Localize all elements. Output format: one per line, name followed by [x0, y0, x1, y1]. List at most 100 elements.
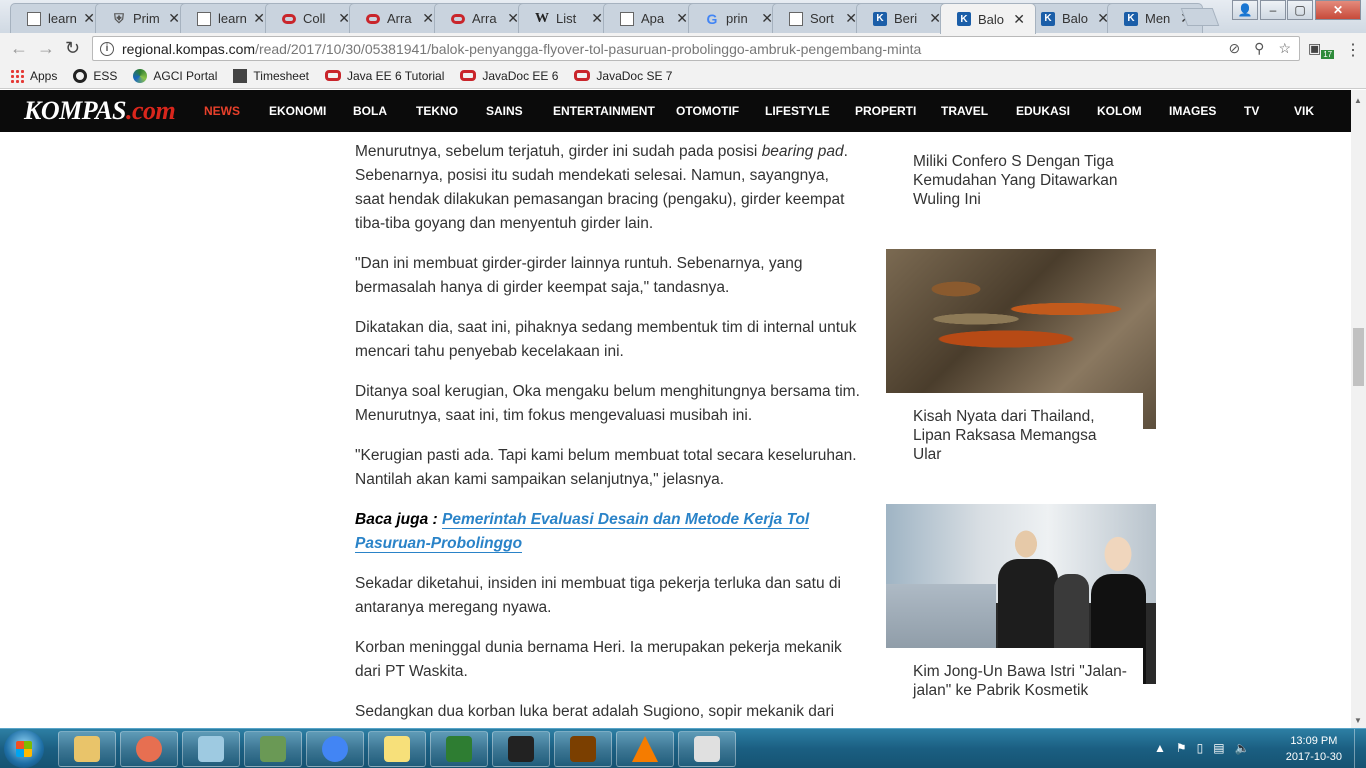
taskbar-app-4[interactable] — [306, 731, 364, 767]
sticky-notes-icon — [384, 736, 410, 762]
sidebar-card-title[interactable]: Kisah Nyata dari Thailand, Lipan Raksasa… — [913, 408, 1097, 463]
tab-4[interactable]: Arra ✕ — [349, 3, 445, 33]
minimize-button[interactable]: – — [1260, 0, 1286, 20]
clock[interactable]: 13:09 PM 2017-10-30 — [1286, 733, 1342, 765]
taskbar-app-7[interactable] — [492, 731, 550, 767]
sidebar-card-title[interactable]: Miliki Confero S Dengan Tiga Kemudahan Y… — [913, 153, 1118, 208]
close-tab-icon[interactable]: ✕ — [253, 10, 265, 27]
tray-expand-icon[interactable]: ▲ — [1154, 741, 1166, 755]
doc-icon — [197, 11, 211, 26]
scroll-down-icon[interactable]: ▼ — [1354, 716, 1362, 725]
bookmark-1[interactable]: ESS — [73, 68, 117, 83]
bookmark-5[interactable]: JavaDoc EE 6 — [460, 69, 558, 83]
nav-item-news[interactable]: NEWS — [204, 104, 240, 118]
page-scrollbar[interactable]: ▲ ▼ — [1351, 90, 1366, 728]
tab-8[interactable]: Gprin ✕ — [688, 3, 784, 33]
nav-item-bola[interactable]: BOLA — [353, 104, 387, 118]
user-icon[interactable]: 👤 — [1232, 0, 1258, 20]
taskbar-app-8[interactable] — [554, 731, 612, 767]
close-window-button[interactable]: ✕ — [1315, 0, 1361, 20]
nav-item-sains[interactable]: SAINS — [486, 104, 523, 118]
tab-7[interactable]: Apa ✕ — [603, 3, 699, 33]
bookmark-3[interactable]: Timesheet — [233, 68, 309, 83]
scrollbar-thumb[interactable] — [1353, 328, 1364, 386]
tab-1[interactable]: ⛨ Prim ✕ — [95, 3, 191, 33]
article-body: Menurutnya, sebelum terjatuh, girder ini… — [355, 140, 860, 740]
tab-11[interactable]: K Balo ✕ — [940, 3, 1036, 34]
tab-6[interactable]: W List ✕ — [518, 3, 614, 33]
show-desktop-button[interactable] — [1354, 729, 1366, 768]
tab-5[interactable]: Arra ✕ — [434, 3, 530, 33]
article-paragraph: Korban meninggal dunia bernama Heri. Ia … — [355, 639, 842, 680]
bookmark-0[interactable]: Apps — [10, 68, 57, 83]
article-paragraph: Dikatakan dia, saat ini, pihaknya sedang… — [355, 319, 857, 360]
zoom-icon[interactable]: ⚲ — [1254, 40, 1264, 57]
sidebar-card-3[interactable]: Kim Jong-Un Bawa Istri "Jalan-jalan" ke … — [886, 648, 1143, 728]
taskbar-app-2[interactable] — [182, 731, 240, 767]
nav-item-entertainment[interactable]: ENTERTAINMENT — [553, 104, 655, 118]
info-icon[interactable]: i — [100, 41, 114, 56]
scroll-up-icon[interactable]: ▲ — [1354, 96, 1362, 105]
tab-title: learn — [48, 11, 77, 26]
nav-item-tv[interactable]: TV — [1244, 104, 1259, 118]
bookmark-4[interactable]: Java EE 6 Tutorial — [324, 69, 444, 83]
cookie-blocked-icon[interactable]: ⊘ — [1228, 40, 1240, 57]
taskbar-app-9[interactable] — [616, 731, 674, 767]
menu-icon[interactable]: ⋮ — [1345, 40, 1361, 60]
tray-volume-icon[interactable]: 🔈 — [1235, 741, 1250, 755]
tab-2[interactable]: learn ✕ — [180, 3, 276, 33]
bookmark-6[interactable]: JavaDoc SE 7 — [574, 69, 672, 83]
close-tab-icon[interactable]: ✕ — [168, 10, 180, 27]
tray-device-icon[interactable]: ▯ — [1197, 741, 1204, 755]
taskbar-app-3[interactable] — [244, 731, 302, 767]
forward-icon[interactable]: → — [37, 38, 55, 59]
kompas-logo[interactable]: KOMPAS.com — [24, 96, 176, 126]
close-tab-icon[interactable]: ✕ — [422, 10, 434, 27]
browser-toolbar: ← → ↻ i regional.kompas.com/read/2017/10… — [0, 33, 1366, 63]
sidebar-card-1[interactable]: Miliki Confero S Dengan Tiga Kemudahan Y… — [886, 138, 1143, 218]
bookmark-2[interactable]: AGCI Portal — [133, 68, 217, 83]
tab-0[interactable]: learn ✕ — [10, 3, 106, 33]
reload-icon[interactable]: ↻ — [65, 38, 80, 59]
oracle-icon — [451, 13, 465, 24]
nav-item-vik[interactable]: VIK — [1294, 104, 1314, 118]
new-tab-button[interactable] — [1180, 8, 1220, 26]
back-icon[interactable]: ← — [10, 38, 28, 59]
extension-icon[interactable]: ▣ 17 — [1308, 40, 1335, 59]
address-bar[interactable]: i regional.kompas.com/read/2017/10/30/05… — [92, 36, 1300, 61]
tab-3[interactable]: Coll ✕ — [265, 3, 361, 33]
article-paragraph: "Dan ini membuat girder-girder lainnya r… — [355, 255, 803, 296]
sidebar-card-2[interactable]: Kisah Nyata dari Thailand, Lipan Raksasa… — [886, 393, 1143, 473]
close-tab-icon[interactable]: ✕ — [591, 10, 603, 27]
close-tab-icon[interactable]: ✕ — [676, 10, 688, 27]
tab-10[interactable]: K Beri ✕ — [856, 3, 952, 33]
nav-item-edukasi[interactable]: EDUKASI — [1016, 104, 1070, 118]
sidebar-card-title[interactable]: Kim Jong-Un Bawa Istri "Jalan-jalan" ke … — [913, 663, 1127, 699]
close-tab-icon[interactable]: ✕ — [83, 10, 95, 27]
maximize-button[interactable]: ▢ — [1287, 0, 1313, 20]
taskbar-app-0[interactable] — [58, 731, 116, 767]
nav-item-properti[interactable]: PROPERTI — [855, 104, 916, 118]
tab-9[interactable]: Sort ✕ — [772, 3, 868, 33]
task-manager-icon — [446, 736, 472, 762]
tray-network-icon[interactable]: ▤ — [1213, 741, 1224, 755]
article-paragraph: Ditanya soal kerugian, Oka mengaku belum… — [355, 383, 860, 424]
nav-item-travel[interactable]: TRAVEL — [941, 104, 988, 118]
nav-item-lifestyle[interactable]: LIFESTYLE — [765, 104, 830, 118]
tab-12[interactable]: K Balo ✕ — [1024, 3, 1120, 33]
taskbar-app-6[interactable] — [430, 731, 488, 767]
nav-item-ekonomi[interactable]: EKONOMI — [269, 104, 326, 118]
nav-item-otomotif[interactable]: OTOMOTIF — [676, 104, 739, 118]
tab-title: Balo — [1062, 11, 1089, 26]
nav-item-kolom[interactable]: KOLOM — [1097, 104, 1142, 118]
nav-item-tekno[interactable]: TEKNO — [416, 104, 458, 118]
java-ee-ide-icon — [570, 736, 596, 762]
taskbar-app-5[interactable] — [368, 731, 426, 767]
taskbar-app-1[interactable] — [120, 731, 178, 767]
close-tab-icon[interactable]: ✕ — [1013, 11, 1025, 28]
taskbar-app-10[interactable] — [678, 731, 736, 767]
nav-item-images[interactable]: IMAGES — [1169, 104, 1216, 118]
tray-flag-icon[interactable]: ⚑ — [1176, 741, 1187, 755]
bookmark-star-icon[interactable]: ☆ — [1278, 40, 1291, 57]
start-button[interactable] — [4, 730, 44, 768]
